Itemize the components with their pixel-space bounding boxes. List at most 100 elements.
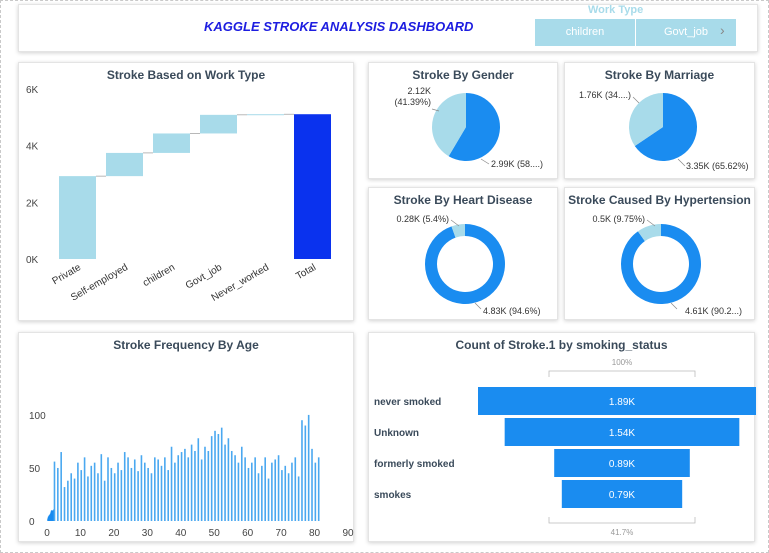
age-bar bbox=[197, 438, 200, 521]
y-tick-label: 4K bbox=[26, 142, 39, 153]
x-tick-label: 30 bbox=[142, 528, 154, 539]
gender-chart: 2.12K(41.39%) 2.99K (58....) bbox=[394, 86, 543, 169]
category-label: Private bbox=[51, 262, 84, 287]
age-bar bbox=[194, 450, 196, 521]
chevron-right-icon[interactable]: › bbox=[720, 22, 725, 38]
funnel-category-label: never smoked bbox=[374, 397, 441, 408]
age-chart: 0 50 100 0 10 20 30 40 50 60 70 80 90 bbox=[29, 411, 354, 539]
age-bar bbox=[204, 446, 206, 521]
gender-card: Stroke By Gender 2.12K (41.39%) 2.99K (58.… bbox=[368, 62, 558, 179]
funnel-bottom-label: 41.7% bbox=[611, 528, 634, 537]
age-bar bbox=[244, 457, 246, 521]
age-bar bbox=[60, 452, 62, 521]
age-bar bbox=[271, 462, 273, 521]
age-bar bbox=[133, 459, 136, 521]
age-bar bbox=[190, 444, 193, 521]
waterfall-bar bbox=[294, 114, 331, 259]
age-bar bbox=[83, 457, 86, 521]
leader-line bbox=[646, 219, 656, 227]
age-bar bbox=[160, 465, 163, 521]
age-bar bbox=[67, 480, 69, 521]
x-tick-label: 20 bbox=[108, 528, 120, 539]
age-bar bbox=[184, 448, 186, 521]
age-bar bbox=[257, 473, 260, 521]
age-bar bbox=[277, 455, 280, 521]
leader-line bbox=[480, 158, 490, 165]
age-bar bbox=[261, 465, 263, 521]
funnel-value-label: 0.79K bbox=[609, 490, 635, 501]
data-label: 0.5K (9.75%) bbox=[592, 214, 645, 224]
work-type-card: Stroke Based on Work Type 0K 2K 4K 6K Privat… bbox=[18, 62, 354, 321]
smoking-chart: 100% 1.89K never smoked 1.54K Unknown 0.89K fo… bbox=[374, 358, 756, 537]
age-bar bbox=[314, 462, 317, 521]
marriage-chart: 1.76K (34....) 3.35K (65.62%) bbox=[579, 90, 749, 171]
data-label: 4.83K (94.6%) bbox=[483, 306, 541, 316]
x-tick-label: 40 bbox=[175, 528, 187, 539]
funnel-top-label: 100% bbox=[612, 358, 632, 367]
funnel-top-bracket bbox=[548, 370, 696, 377]
age-bar bbox=[100, 454, 103, 521]
age-bar bbox=[154, 457, 156, 521]
hypertension-card: Stroke Caused By Hypertension 0.5K (9.75… bbox=[564, 187, 755, 320]
age-bar bbox=[177, 455, 180, 521]
y-tick-label: 0 bbox=[29, 517, 35, 528]
age-bar bbox=[200, 459, 203, 521]
age-bar bbox=[187, 457, 190, 521]
x-tick-label: 80 bbox=[309, 528, 321, 539]
age-bar bbox=[227, 438, 230, 521]
age-bar bbox=[164, 457, 166, 521]
slicer-option-children[interactable]: children bbox=[535, 19, 635, 46]
funnel-value-label: 1.89K bbox=[609, 397, 635, 408]
age-bar bbox=[57, 467, 59, 521]
heart-card: Stroke By Heart Disease 0.28K (5.4%) 4.83… bbox=[368, 187, 558, 320]
age-bar bbox=[90, 465, 93, 521]
x-tick-label: 50 bbox=[209, 528, 221, 539]
waterfall-bar bbox=[106, 152, 143, 177]
funnel-category-label: smokes bbox=[374, 490, 412, 501]
age-bar bbox=[220, 427, 223, 521]
funnel-bottom-bracket bbox=[548, 517, 696, 524]
age-bar bbox=[120, 470, 123, 521]
age-bar bbox=[287, 473, 290, 521]
x-tick-label: 70 bbox=[276, 528, 288, 539]
age-bar bbox=[110, 467, 113, 521]
age-bar bbox=[210, 436, 213, 521]
y-tick-label: 50 bbox=[29, 464, 41, 475]
data-label: 2.99K (58....) bbox=[491, 159, 543, 169]
category-label: Total bbox=[294, 262, 318, 282]
age-bar bbox=[143, 462, 146, 521]
age-bar bbox=[297, 476, 300, 521]
age-bar bbox=[207, 450, 210, 521]
age-bar bbox=[73, 478, 76, 521]
marriage-card: Stroke By Marriage 1.76K (34....) 3.35K (… bbox=[564, 62, 755, 179]
funnel-category-label: formerly smoked bbox=[374, 459, 455, 470]
age-bar bbox=[87, 476, 89, 521]
age-bar bbox=[113, 473, 116, 521]
age-bar bbox=[53, 461, 56, 521]
work-type-chart: 0K2K4K6KPrivateSelf-employed children Govt… bbox=[26, 85, 331, 304]
waterfall-bar bbox=[247, 114, 284, 116]
leader-line bbox=[677, 158, 686, 167]
age-bar bbox=[127, 457, 129, 521]
age-bar bbox=[254, 457, 256, 521]
age-bar bbox=[224, 444, 226, 521]
age-bar bbox=[77, 462, 79, 521]
age-bar bbox=[217, 434, 220, 521]
age-bar bbox=[170, 446, 173, 521]
age-bar bbox=[70, 473, 73, 521]
age-bar bbox=[214, 430, 216, 521]
age-bar bbox=[230, 450, 233, 521]
heart-chart: 0.28K (5.4%) 4.83K (94.6%) bbox=[396, 214, 541, 316]
age-bar bbox=[291, 462, 293, 521]
data-label: 4.61K (90.2...) bbox=[685, 306, 742, 316]
age-card: Stroke Frequency By Age 0 50 100 0 10 20 30 40 5… bbox=[18, 332, 354, 542]
age-bar bbox=[157, 459, 159, 521]
y-tick-label: 2K bbox=[26, 198, 39, 209]
leader-line bbox=[632, 96, 640, 104]
age-bar bbox=[311, 448, 313, 521]
age-bar bbox=[117, 462, 119, 521]
data-label: 1.76K (34....) bbox=[579, 90, 631, 100]
leader-line bbox=[474, 302, 482, 310]
age-bar bbox=[301, 420, 303, 521]
age-bar bbox=[107, 457, 109, 521]
